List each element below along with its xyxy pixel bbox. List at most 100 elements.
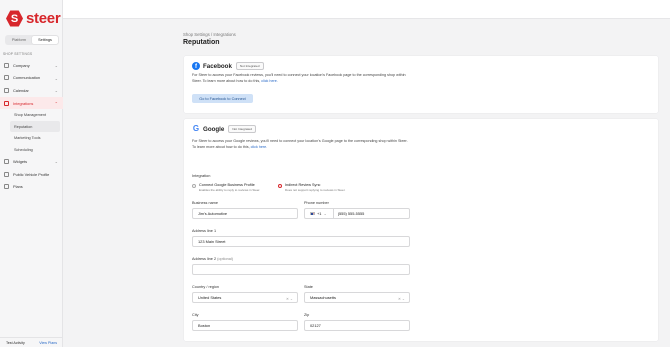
sidebar-subitem-marketing-tools[interactable]: Marketing Tools (0, 132, 63, 144)
address1-value: 123 Main Street (198, 239, 226, 244)
view-plans-link[interactable]: View Plans (39, 341, 57, 345)
radio-button[interactable] (192, 183, 196, 188)
phone-input[interactable]: +1 ⌄ (555) 555-5555 (304, 208, 410, 219)
option-subtitle: Enables the ability to reply to reviews … (199, 188, 261, 192)
vehicle-icon (4, 171, 9, 177)
sidebar-footer: Test Activity View Plans (0, 337, 63, 347)
building-icon (4, 62, 9, 68)
sidebar-item-widgets[interactable]: Widgets ⌄ (0, 155, 63, 168)
sidebar-item-label: Integrations (13, 100, 34, 106)
toggle-platform[interactable]: Platform (6, 36, 32, 44)
document-icon (4, 184, 9, 190)
phone-value: (555) 555-5555 (337, 211, 365, 216)
zip-input[interactable]: 02127 (304, 320, 410, 331)
facebook-help-link[interactable]: click here. (261, 79, 278, 83)
sidebar-item-calendar[interactable]: Calendar ⌄ (0, 84, 63, 97)
sidebar-nav: Company ⌄ Communication ⌄ Calendar ⌄ Int… (0, 59, 63, 193)
sidebar: S steer Platform Settings SHOP SETTINGS … (0, 0, 63, 347)
zip-value: 02127 (310, 323, 321, 328)
chevron-down-icon: ⌄ (54, 75, 58, 81)
clear-chevron-icon[interactable]: ✕ ⌄ (286, 297, 293, 301)
google-help-link[interactable]: click here. (251, 145, 268, 149)
google-title: Google (203, 125, 225, 133)
option-title: Indirect Review Sync (285, 183, 321, 187)
chevron-down-icon: ⌄ (323, 211, 327, 216)
zip-label: Zip (304, 313, 310, 317)
google-icon: G (192, 124, 200, 133)
facebook-description-text: For Steer to access your Facebook review… (192, 73, 406, 83)
sidebar-item-company[interactable]: Company ⌄ (0, 59, 63, 72)
sidebar-item-label: Plans (13, 184, 23, 190)
google-card: G Google Not Integrated For Steer to acc… (184, 119, 658, 341)
chevron-down-icon: ⌄ (54, 88, 58, 94)
business-name-value: Jim's Automotive (198, 211, 228, 216)
sidebar-subitem-shop-management[interactable]: Shop Management (0, 109, 63, 121)
widget-icon (4, 159, 9, 165)
sidebar-item-communication[interactable]: Communication ⌄ (0, 72, 63, 85)
address2-label: Address line 2 (optional) (192, 257, 233, 261)
city-input[interactable]: Boston (192, 320, 298, 331)
country-code: +1 (317, 211, 322, 216)
app-root: S steer Platform Settings SHOP SETTINGS … (0, 0, 670, 347)
business-name-input[interactable]: Jim's Automotive (192, 208, 298, 219)
sidebar-item-label: Communication (13, 75, 41, 81)
option-title: Connect Google Business Profile (199, 183, 255, 187)
sidebar-item-label: Calendar (13, 87, 29, 93)
option-text: Indirect Review Sync Does not support re… (285, 183, 345, 192)
chevron-down-icon: ⌄ (54, 63, 58, 68)
sidebar-item-label: Company (13, 62, 30, 68)
phone-label: Phone number (304, 201, 329, 205)
state-label: State (304, 285, 313, 289)
state-select[interactable]: Massachusetts ✕ ⌄ (304, 292, 410, 303)
address2-label-text: Address line 2 (192, 257, 217, 261)
us-flag-icon (310, 211, 315, 216)
google-card-header: G Google Not Integrated (192, 125, 256, 133)
country-code-select[interactable]: +1 ⌄ (310, 209, 334, 218)
chevron-down-icon: ⌄ (54, 159, 58, 165)
sidebar-item-plans[interactable]: Plans (0, 181, 63, 194)
page-title: Reputation (183, 39, 220, 46)
country-label: Country / region (192, 285, 220, 289)
clear-chevron-icon[interactable]: ✕ ⌄ (398, 297, 405, 301)
integrations-icon (4, 100, 9, 106)
status-badge: Not Integrated (235, 62, 264, 70)
breadcrumb: Shop Settings / Integrations (183, 32, 236, 37)
address2-input[interactable] (192, 264, 410, 275)
facebook-card-header: f Facebook Not Integrated (192, 62, 264, 70)
sidebar-item-integrations[interactable]: Integrations ⌃ (0, 96, 63, 110)
country-value: United States (198, 295, 222, 300)
city-value: Boston (198, 323, 211, 328)
toggle-settings[interactable]: Settings (32, 36, 58, 44)
steer-logo-icon: S (6, 10, 23, 27)
sidebar-item-label: Widgets (13, 159, 28, 165)
sidebar-item-label: Public Vehicle Profile (13, 171, 50, 177)
brand-name: steer (26, 10, 61, 27)
business-name-label: Business name (192, 201, 218, 205)
sidebar-item-public-vehicle-profile[interactable]: Public Vehicle Profile (0, 168, 63, 181)
address1-label: Address line 1 (192, 229, 217, 233)
facebook-title: Facebook (203, 62, 232, 70)
radio-button-selected[interactable] (278, 183, 282, 188)
option-indirect-sync[interactable]: Indirect Review Sync Does not support re… (278, 183, 345, 192)
google-description: For Steer to access your Google reviews,… (192, 139, 412, 151)
sidebar-subitem-reputation[interactable]: Reputation (10, 120, 60, 133)
chevron-up-icon: ⌃ (54, 100, 58, 106)
logo[interactable]: S steer (6, 10, 61, 27)
state-value: Massachusetts (310, 295, 336, 300)
test-activity-label: Test Activity (6, 340, 25, 345)
country-select[interactable]: United States ✕ ⌄ (192, 292, 298, 303)
address1-input[interactable]: 123 Main Street (192, 236, 410, 247)
optional-tag: (optional) (217, 257, 233, 261)
option-connect-gbp[interactable]: Connect Google Business Profile Enables … (192, 183, 260, 192)
facebook-description: For Steer to access your Facebook review… (192, 73, 412, 85)
sidebar-subitem-scheduling[interactable]: Scheduling (0, 144, 63, 156)
platform-settings-toggle: Platform Settings (5, 35, 59, 45)
integration-label: Integration (192, 173, 211, 178)
google-description-text: For Steer to access your Google reviews,… (192, 139, 408, 149)
shop-settings-label: SHOP SETTINGS (3, 52, 33, 56)
city-label: City (192, 313, 199, 317)
option-subtitle: Does not support replying to reviews in … (285, 188, 346, 192)
message-icon (4, 75, 9, 81)
calendar-icon (4, 87, 9, 93)
facebook-connect-button[interactable]: Go to Facebook to Connect (192, 94, 253, 103)
